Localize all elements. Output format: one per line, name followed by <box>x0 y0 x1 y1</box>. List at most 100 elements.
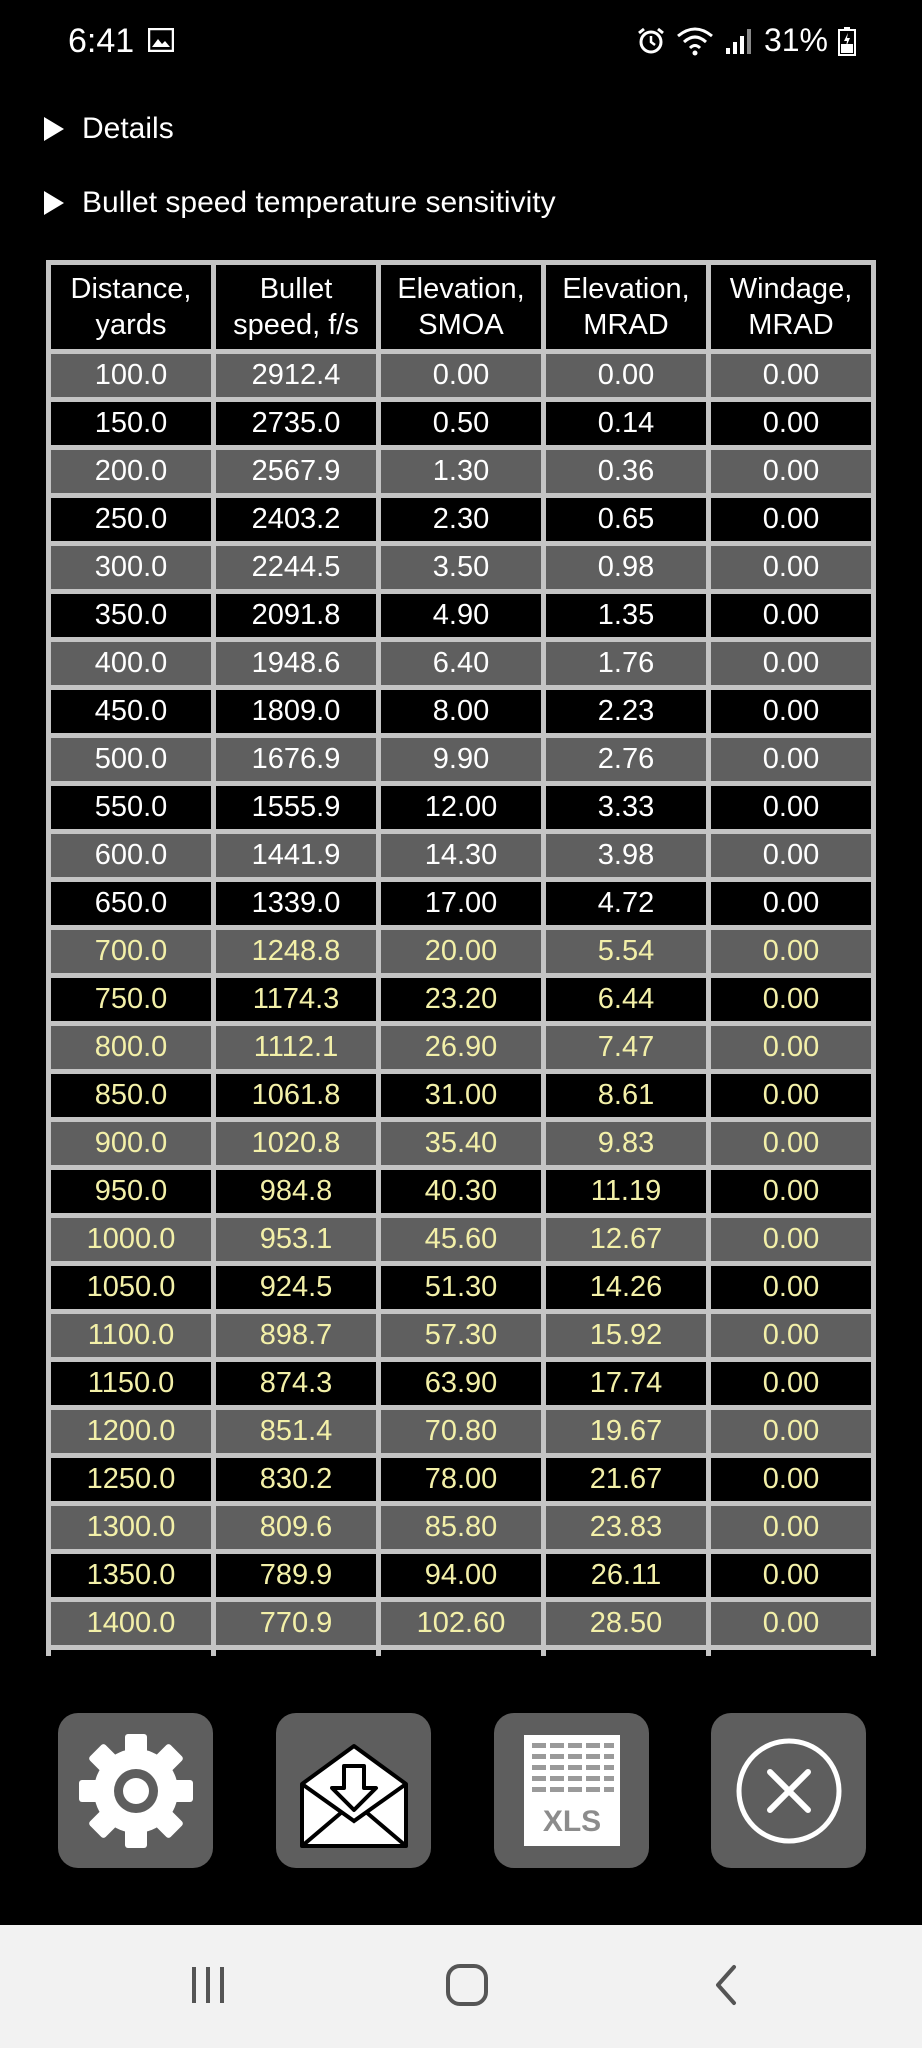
cell-bullet-speed: 924.5 <box>216 1266 376 1309</box>
cell-windage-mrad: 0.00 <box>711 978 871 1021</box>
cell-distance: 650.0 <box>51 882 211 925</box>
cell-windage-mrad: 0.00 <box>711 1458 871 1501</box>
cell-elevation-smoa: 78.00 <box>381 1458 541 1501</box>
trajectory-table-container[interactable]: Distance, yards Bullet speed, f/s Elevatio… <box>46 260 876 1656</box>
wifi-icon <box>677 27 713 55</box>
cell-windage-mrad: 0.00 <box>711 690 871 733</box>
table-row: 750.0 1174.3 23.20 6.44 0.00 <box>51 978 871 1021</box>
cell-elevation-smoa: 111.40 <box>381 1650 541 1656</box>
table-row: 1200.0 851.4 70.80 19.67 0.00 <box>51 1410 871 1453</box>
cell-elevation-mrad: 9.83 <box>546 1122 706 1165</box>
cell-elevation-smoa: 1.30 <box>381 450 541 493</box>
cell-elevation-smoa: 0.00 <box>381 354 541 397</box>
table-row: 350.0 2091.8 4.90 1.35 0.00 <box>51 594 871 637</box>
table-row: 300.0 2244.5 3.50 0.98 0.00 <box>51 546 871 589</box>
home-button[interactable] <box>427 1955 507 2015</box>
recents-button[interactable] <box>168 1955 248 2015</box>
table-body: 100.0 2912.4 0.00 0.00 0.00 150.0 2735.0 0.50 0.… <box>51 354 871 1656</box>
cell-elevation-mrad: 26.11 <box>546 1554 706 1597</box>
table-row: 550.0 1555.9 12.00 3.33 0.00 <box>51 786 871 829</box>
cell-elevation-mrad: 7.47 <box>546 1026 706 1069</box>
header-windage-mrad: Windage, MRAD <box>711 265 871 349</box>
cell-windage-mrad: 0.00 <box>711 834 871 877</box>
cell-elevation-smoa: 0.50 <box>381 402 541 445</box>
cell-elevation-smoa: 45.60 <box>381 1218 541 1261</box>
cell-windage-mrad: 0.00 <box>711 402 871 445</box>
cell-elevation-mrad: 19.67 <box>546 1410 706 1453</box>
cell-elevation-mrad: 28.50 <box>546 1602 706 1645</box>
table-row: 950.0 984.8 40.30 11.19 0.00 <box>51 1170 871 1213</box>
header-elevation-smoa: Elevation, SMOA <box>381 265 541 349</box>
cell-elevation-mrad: 12.67 <box>546 1218 706 1261</box>
home-icon <box>446 1964 488 2006</box>
cell-elevation-mrad: 15.92 <box>546 1314 706 1357</box>
table-row: 250.0 2403.2 2.30 0.65 0.00 <box>51 498 871 541</box>
cell-bullet-speed: 1948.6 <box>216 642 376 685</box>
expand-triangle-icon <box>44 191 64 215</box>
table-row: 600.0 1441.9 14.30 3.98 0.00 <box>51 834 871 877</box>
cell-distance: 550.0 <box>51 786 211 829</box>
cell-elevation-mrad: 23.83 <box>546 1506 706 1549</box>
temp-sensitivity-toggle[interactable]: Bullet speed temperature sensitivity <box>44 186 556 220</box>
cell-windage-mrad: 0.00 <box>711 738 871 781</box>
back-button[interactable] <box>685 1955 765 2015</box>
cell-distance: 150.0 <box>51 402 211 445</box>
image-icon <box>148 28 174 52</box>
close-button[interactable] <box>711 1713 866 1868</box>
cell-bullet-speed: 874.3 <box>216 1362 376 1405</box>
header-distance: Distance, yards <box>51 265 211 349</box>
cell-bullet-speed: 2567.9 <box>216 450 376 493</box>
table-row: 200.0 2567.9 1.30 0.36 0.00 <box>51 450 871 493</box>
cell-elevation-smoa: 26.90 <box>381 1026 541 1069</box>
xls-export-button[interactable]: XLS <box>494 1713 649 1868</box>
cell-bullet-speed: 1174.3 <box>216 978 376 1021</box>
details-toggle[interactable]: Details <box>44 112 174 146</box>
table-row: 1050.0 924.5 51.30 14.26 0.00 <box>51 1266 871 1309</box>
cell-bullet-speed: 1112.1 <box>216 1026 376 1069</box>
cell-distance: 400.0 <box>51 642 211 685</box>
cell-elevation-smoa: 63.90 <box>381 1362 541 1405</box>
cell-elevation-mrad: 6.44 <box>546 978 706 1021</box>
settings-button[interactable] <box>58 1713 213 1868</box>
cell-windage-mrad: 0.00 <box>711 786 871 829</box>
cell-distance: 500.0 <box>51 738 211 781</box>
cell-bullet-speed: 1061.8 <box>216 1074 376 1117</box>
cell-distance: 100.0 <box>51 354 211 397</box>
status-bar: 6:41 31% <box>0 0 922 84</box>
cell-elevation-smoa: 51.30 <box>381 1266 541 1309</box>
cell-elevation-mrad: 2.76 <box>546 738 706 781</box>
cell-elevation-smoa: 31.00 <box>381 1074 541 1117</box>
cell-distance: 750.0 <box>51 978 211 1021</box>
cell-bullet-speed: 2403.2 <box>216 498 376 541</box>
cell-windage-mrad: 0.00 <box>711 546 871 589</box>
cell-elevation-smoa: 20.00 <box>381 930 541 973</box>
table-row: 700.0 1248.8 20.00 5.54 0.00 <box>51 930 871 973</box>
cell-elevation-mrad: 21.67 <box>546 1458 706 1501</box>
cell-bullet-speed: 984.8 <box>216 1170 376 1213</box>
cell-windage-mrad: 0.00 <box>711 1554 871 1597</box>
cell-distance: 700.0 <box>51 930 211 973</box>
cell-elevation-smoa: 9.90 <box>381 738 541 781</box>
cell-distance: 250.0 <box>51 498 211 541</box>
cell-elevation-mrad: 0.98 <box>546 546 706 589</box>
status-indicators: 31% <box>636 22 856 59</box>
cell-windage-mrad: 0.00 <box>711 1266 871 1309</box>
email-export-button[interactable] <box>276 1713 431 1868</box>
system-nav-bar <box>0 1925 922 2048</box>
signal-icon <box>725 28 751 54</box>
cell-elevation-smoa: 12.00 <box>381 786 541 829</box>
table-row: 400.0 1948.6 6.40 1.76 0.00 <box>51 642 871 685</box>
cell-windage-mrad: 0.00 <box>711 1506 871 1549</box>
action-bar: XLS <box>0 1713 922 1868</box>
cell-bullet-speed: 2244.5 <box>216 546 376 589</box>
cell-distance: 1150.0 <box>51 1362 211 1405</box>
cell-elevation-mrad: 3.33 <box>546 786 706 829</box>
cell-bullet-speed: 1555.9 <box>216 786 376 829</box>
cell-windage-mrad: 0.00 <box>711 594 871 637</box>
cell-bullet-speed: 1248.8 <box>216 930 376 973</box>
status-time: 6:41 <box>68 22 135 60</box>
cell-distance: 300.0 <box>51 546 211 589</box>
table-row: 1350.0 789.9 94.00 26.11 0.00 <box>51 1554 871 1597</box>
cell-distance: 600.0 <box>51 834 211 877</box>
trajectory-table: Distance, yards Bullet speed, f/s Elevatio… <box>46 260 876 1656</box>
